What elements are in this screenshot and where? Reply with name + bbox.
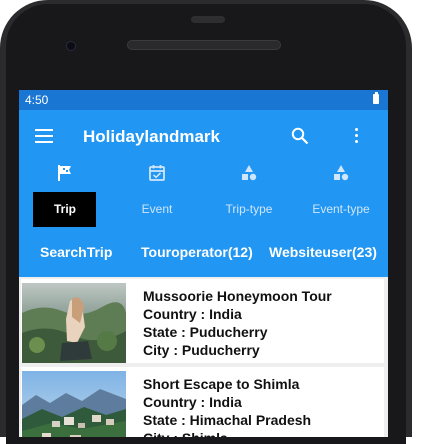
battery-icon — [373, 92, 379, 104]
phone-side-button — [406, 345, 410, 380]
more-options-icon[interactable] — [355, 128, 359, 144]
tab-label: Event — [141, 202, 173, 216]
calendar-check-icon — [149, 165, 165, 181]
flag-icon — [58, 165, 71, 181]
sensor-notch — [191, 16, 225, 23]
tab-label: Event-type — [312, 202, 370, 216]
app-title: Holidaylandmark — [83, 127, 220, 146]
trip-title: Short Escape to Shimla — [143, 376, 300, 392]
hamburger-menu-icon[interactable] — [35, 129, 53, 143]
trip-thumbnail — [22, 371, 126, 437]
trip-thumbnail — [22, 283, 126, 363]
trip-country: Country : India — [143, 394, 242, 410]
trip-state: State : Puducherry — [143, 324, 268, 340]
tab-event[interactable]: Event — [111, 161, 203, 227]
front-camera — [66, 41, 76, 51]
subtab-search-trip[interactable]: SearchTrip — [40, 244, 112, 260]
trip-card[interactable]: Short Escape to Shimla Country : India S… — [21, 367, 384, 437]
app-screen: 4:50 Holidaylandmark Trip Event Trip-typ… — [19, 90, 388, 437]
tab-label: Trip — [53, 202, 76, 216]
trip-city: City : Puducherry — [143, 342, 260, 358]
tab-event-type[interactable]: Event-type — [295, 161, 387, 227]
trip-country: Country : India — [143, 306, 242, 322]
subtab-tour-operator[interactable]: Touroperator(12) — [141, 244, 253, 260]
status-bar: 4:50 — [19, 90, 388, 110]
phone-side-button — [406, 215, 410, 265]
subtab-website-user[interactable]: Websiteuser(23) — [269, 244, 377, 260]
app-bar: Holidaylandmark — [19, 110, 388, 161]
sub-tab-bar: SearchTrip Touroperator(12) Websiteuser(… — [19, 227, 388, 277]
trip-title: Mussoorie Honeymoon Tour — [143, 288, 332, 304]
trip-city: City : Shimla — [143, 429, 311, 437]
tab-label: Trip-type — [225, 202, 273, 216]
trip-state: State : Himachal Pradesh — [143, 412, 312, 428]
earpiece-speaker — [127, 40, 281, 50]
trip-info: Mussoorie Honeymoon Tour Country : India… — [143, 287, 332, 359]
status-time: 4:50 — [25, 93, 49, 107]
trip-card[interactable]: Mussoorie Honeymoon Tour Country : India… — [21, 279, 384, 363]
shapes-icon — [242, 165, 257, 181]
trip-info: Short Escape to Shimla Country : India S… — [143, 375, 311, 437]
search-icon[interactable] — [291, 127, 309, 145]
tab-trip[interactable]: Trip — [19, 161, 111, 227]
tab-bar: Trip Event Trip-type Event-type — [19, 161, 388, 227]
shapes-icon — [334, 165, 349, 181]
tab-trip-type[interactable]: Trip-type — [203, 161, 295, 227]
